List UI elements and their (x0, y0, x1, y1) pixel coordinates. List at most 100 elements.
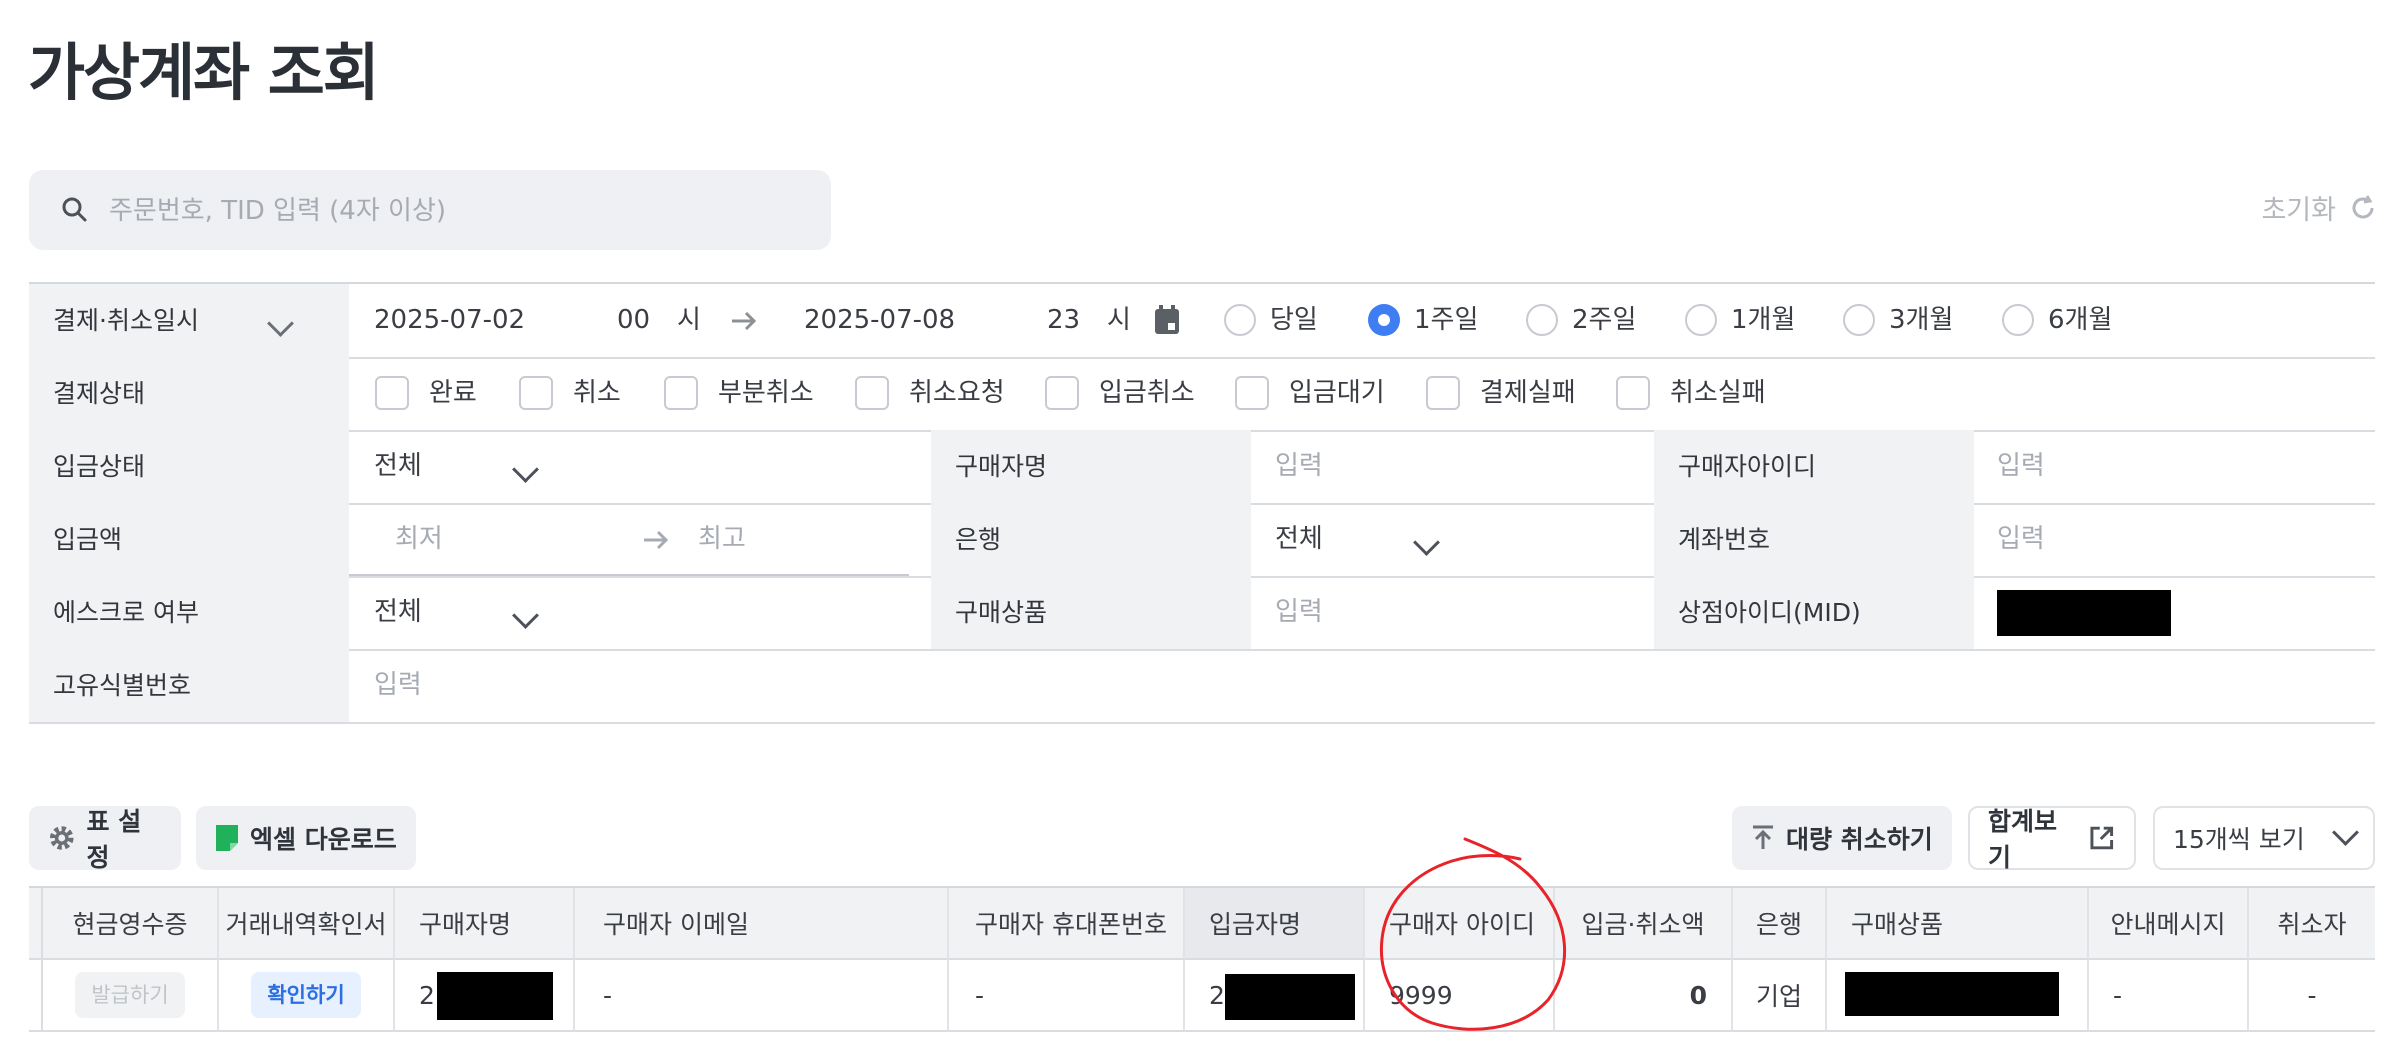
filter-row-4: 입금액 최저 최고 은행 전체 계좌번호 입력 (29, 503, 2375, 578)
deposit-status-select[interactable]: 전체 (374, 430, 539, 503)
mid-redacted-value[interactable] (1997, 590, 2171, 636)
range-1month[interactable]: 1개월 (1685, 302, 1795, 338)
date-type-select[interactable]: 결제·취소일시 (29, 284, 349, 357)
range-label: 1주일 (1414, 305, 1479, 335)
col-header-message[interactable]: 안내메시지 (2089, 888, 2249, 960)
table-cell-canceller[interactable]: - (2249, 960, 2375, 1032)
refresh-icon (2352, 194, 2374, 218)
col-header-receipt[interactable]: 현금영수증 (43, 888, 219, 960)
col-header-email[interactable]: 구매자 이메일 (575, 888, 949, 960)
status-deposit-cancel-checkbox[interactable]: 입금취소 (1045, 375, 1195, 411)
chevron-down-icon (2332, 818, 2359, 846)
button-label: 표 설정 (86, 807, 142, 872)
table-cell-buyer-name[interactable]: 2 (395, 960, 575, 1032)
range-label: 당일 (1270, 305, 1318, 335)
checkbox-box (519, 376, 553, 410)
status-cancel-checkbox[interactable]: 취소 (519, 375, 621, 411)
reset-button[interactable]: 초기화 (2261, 188, 2378, 227)
summary-button[interactable]: 합계보기 (1968, 806, 2136, 872)
start-hour-unit: 시 (677, 305, 701, 335)
radio-dot (2002, 304, 2034, 336)
filter-row-status: 결제상태 완료 취소 부분취소 취소요청 입금취소 입금대기 결제실패 취소실패 (29, 357, 2375, 432)
status-cancel-fail-checkbox[interactable]: 취소실패 (1616, 375, 1766, 411)
escrow-label: 에스크로 여부 (29, 576, 349, 649)
col-header-phone[interactable]: 구매자 휴대폰번호 (949, 888, 1185, 960)
calendar-icon[interactable] (1153, 304, 1181, 336)
page-size-select[interactable]: 15개씩 보기 (2153, 806, 2375, 870)
amount-label: 입금액 (29, 503, 349, 576)
table-settings-button[interactable]: 표 설정 (29, 806, 181, 872)
table-cell-depositor[interactable]: 2 (1185, 960, 1365, 1032)
amount-min-input[interactable]: 최저 (395, 503, 443, 576)
col-header-confirm[interactable]: 거래내역확인서 (219, 888, 395, 960)
checkbox-label: 완료 (429, 378, 477, 408)
table-cell-email[interactable]: - (575, 960, 949, 1032)
range-6month[interactable]: 6개월 (2002, 302, 2112, 338)
table-header-lead (29, 888, 43, 960)
col-header-buyer-name[interactable]: 구매자명 (395, 888, 575, 960)
escrow-select[interactable]: 전체 (374, 576, 539, 649)
excel-icon (216, 825, 238, 851)
table-cell-phone[interactable]: - (949, 960, 1185, 1032)
deposit-status-label: 입금상태 (29, 430, 349, 503)
status-cancel-request-checkbox[interactable]: 취소요청 (855, 375, 1005, 411)
table-cell-product[interactable] (1827, 960, 2089, 1032)
unique-id-input[interactable]: 입력 (374, 649, 422, 722)
product-input[interactable]: 입력 (1275, 576, 1323, 649)
select-value: 전체 (374, 597, 422, 627)
checkbox-label: 취소실패 (1670, 378, 1766, 408)
start-date-input[interactable]: 2025-07-02 (374, 284, 525, 357)
bulk-cancel-button[interactable]: 대량 취소하기 (1732, 806, 1952, 870)
range-1week[interactable]: 1주일 (1368, 302, 1478, 338)
status-label: 결제상태 (29, 357, 349, 430)
search-box[interactable] (29, 170, 831, 250)
status-payment-fail-checkbox[interactable]: 결제실패 (1426, 375, 1576, 411)
view-confirmation-button[interactable]: 확인하기 (251, 972, 361, 1018)
filter-row-5: 에스크로 여부 전체 구매상품 입력 상점아이디(MID) (29, 576, 2375, 651)
mid-label: 상점아이디(MID) (1654, 576, 1974, 649)
range-label: 2주일 (1572, 305, 1637, 335)
product-redaction (1845, 972, 2059, 1016)
end-date-input[interactable]: 2025-07-08 (804, 284, 955, 357)
issue-receipt-button[interactable]: 발급하기 (75, 972, 185, 1018)
radio-dot (1526, 304, 1558, 336)
range-2week[interactable]: 2주일 (1526, 302, 1636, 338)
gear-icon (49, 826, 74, 850)
external-link-icon (2090, 826, 2114, 850)
range-today[interactable]: 당일 (1224, 302, 1318, 338)
bank-select[interactable]: 전체 (1275, 503, 1440, 576)
checkbox-box (1426, 376, 1460, 410)
start-hour-input[interactable]: 00 (617, 284, 650, 357)
table-row-lead (29, 960, 43, 1032)
excel-download-button[interactable]: 엑셀 다운로드 (196, 806, 416, 870)
buyer-id-input[interactable]: 입력 (1997, 430, 2045, 503)
chevron-down-icon (1413, 529, 1440, 556)
buyer-id-label: 구매자아이디 (1654, 430, 1974, 503)
chevron-down-icon (512, 456, 539, 483)
account-label: 계좌번호 (1654, 503, 1974, 576)
amount-range: 최저 최고 (349, 503, 909, 576)
table-cell-message[interactable]: - (2089, 960, 2249, 1032)
account-input[interactable]: 입력 (1997, 503, 2045, 576)
table-cell-bank[interactable]: 기업 (1733, 960, 1827, 1032)
status-complete-checkbox[interactable]: 완료 (375, 375, 477, 411)
buyer-name-input[interactable]: 입력 (1275, 430, 1323, 503)
upload-icon (1753, 825, 1773, 849)
arrow-right-icon (732, 311, 757, 331)
col-header-canceller[interactable]: 취소자 (2249, 888, 2375, 960)
col-header-depositor[interactable]: 입금자명 (1185, 888, 1365, 960)
button-label: 합계보기 (1988, 807, 2058, 872)
range-3month[interactable]: 3개월 (1843, 302, 1953, 338)
col-header-bank[interactable]: 은행 (1733, 888, 1827, 960)
col-header-product[interactable]: 구매상품 (1827, 888, 2089, 960)
status-partial-cancel-checkbox[interactable]: 부분취소 (664, 375, 814, 411)
range-label: 1개월 (1731, 305, 1796, 335)
radio-dot (1843, 304, 1875, 336)
checkbox-label: 취소 (573, 378, 621, 408)
search-input[interactable] (107, 186, 791, 236)
radio-dot-selected (1368, 304, 1400, 336)
amount-max-input[interactable]: 최고 (698, 503, 746, 576)
status-deposit-wait-checkbox[interactable]: 입금대기 (1235, 375, 1385, 411)
end-hour-input[interactable]: 23 (1047, 284, 1080, 357)
checkbox-box (1045, 376, 1079, 410)
